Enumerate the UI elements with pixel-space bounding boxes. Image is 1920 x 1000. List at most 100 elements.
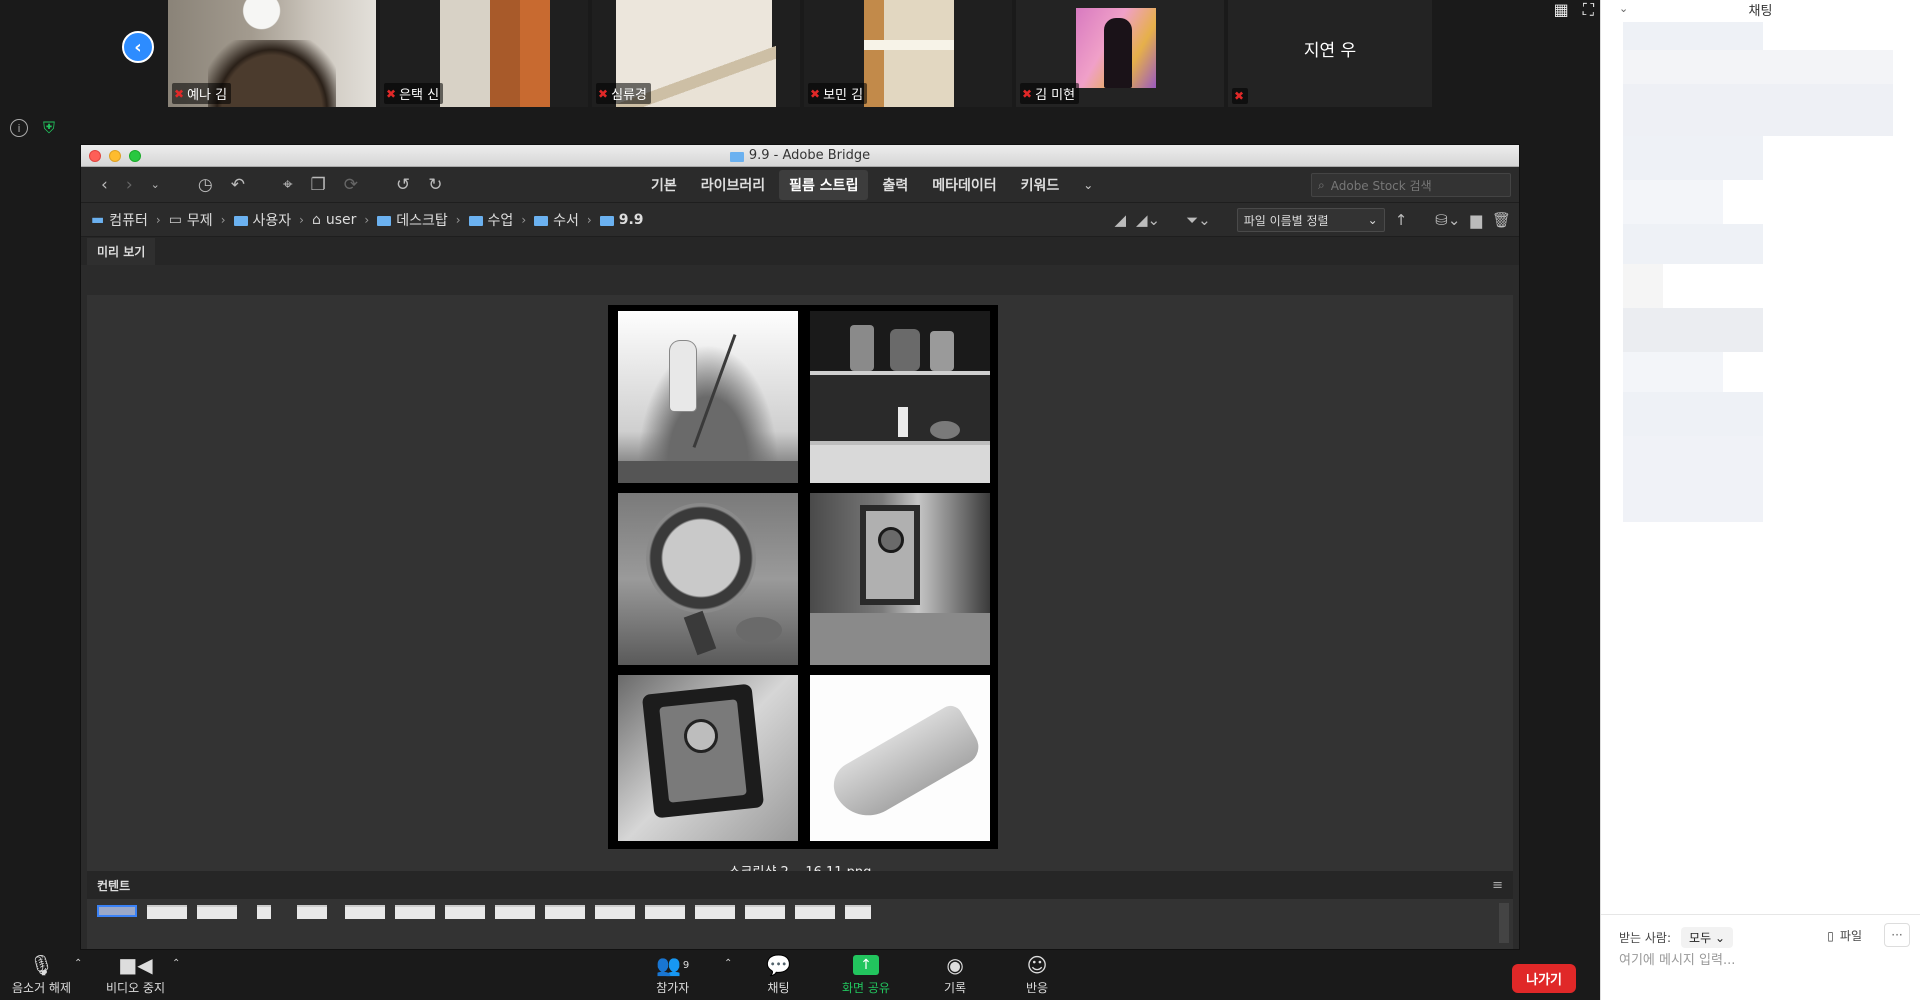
folder-icon: [599, 215, 614, 226]
open-in-camera-raw-icon[interactable]: ⟳: [338, 175, 364, 195]
participant-tile[interactable]: ✖ 심류경: [592, 0, 800, 107]
breadcrumb-drive[interactable]: ▭ 무제: [169, 210, 213, 230]
workspace-filmstrip[interactable]: 필름 스트립: [779, 170, 869, 200]
trash-icon[interactable]: 🗑: [1492, 211, 1511, 229]
reactions-button[interactable]: ☺ 반응: [1026, 953, 1048, 996]
participant-tile[interactable]: ✖ 예나 김: [168, 0, 376, 107]
chevron-right-icon: ›: [155, 212, 161, 227]
quality-icon[interactable]: ◢: [1114, 211, 1126, 229]
video-camera-icon: ■◀: [118, 953, 153, 977]
participants-options-caret-icon[interactable]: ⌃: [724, 958, 732, 969]
minimize-window-button[interactable]: [109, 150, 121, 162]
filmstrip-thumb[interactable]: [595, 905, 635, 919]
chevron-down-icon[interactable]: ⌄: [145, 178, 166, 191]
filmstrip-thumb[interactable]: [695, 905, 735, 919]
workspace-switcher: 기본 라이브러리 필름 스트립 출력 메타데이터 키워드 ⌄: [641, 167, 1103, 203]
meeting-toolbar: 🎙 음소거 해제 ⌃ ■◀ 비디오 중지 ⌃ 👥 9 참가자 ⌃ 💬 채팅 ↑ 화…: [0, 950, 1600, 1000]
breadcrumb-user[interactable]: ⌂ user: [312, 212, 356, 228]
recipient-select[interactable]: 모두 ⌄: [1681, 927, 1733, 948]
more-options-icon[interactable]: ···: [1884, 923, 1910, 947]
preview-image[interactable]: [608, 305, 998, 849]
maximize-window-button[interactable]: [129, 150, 141, 162]
forward-icon[interactable]: ›: [120, 175, 139, 195]
workspace-output[interactable]: 출력: [872, 170, 918, 200]
filmstrip[interactable]: [87, 899, 1513, 949]
photo-person-frame: [810, 493, 990, 665]
filmstrip-thumb[interactable]: [795, 905, 835, 919]
chat-button[interactable]: 💬 채팅: [766, 953, 791, 996]
new-folder-icon[interactable]: ▆: [1470, 211, 1482, 229]
rotate-left-icon[interactable]: ↺: [390, 175, 416, 195]
video-options-caret-icon[interactable]: ⌃: [172, 958, 180, 969]
participant-name: ✖ 심류경: [596, 83, 651, 104]
filter-icon[interactable]: ⏷⌄: [1186, 211, 1211, 229]
share-screen-button[interactable]: ↑ 화면 공유: [842, 954, 890, 996]
mic-off-icon: ✖: [810, 86, 821, 101]
participant-tile[interactable]: ✖ 김 미현: [1016, 0, 1224, 107]
workspace-essentials[interactable]: 기본: [641, 170, 687, 200]
filmstrip-thumb[interactable]: [545, 905, 585, 919]
filmstrip-thumb[interactable]: [345, 905, 385, 919]
more-workspaces-icon[interactable]: ⌄: [1073, 178, 1103, 192]
audio-options-caret-icon[interactable]: ⌃: [74, 958, 82, 969]
filmstrip-thumb[interactable]: [257, 905, 271, 919]
security-shield-icon[interactable]: ⛨: [40, 118, 58, 137]
unmute-button[interactable]: 🎙 음소거 해제: [12, 953, 71, 996]
filmstrip-thumb-selected[interactable]: [97, 905, 137, 917]
filmstrip-thumb[interactable]: [745, 905, 785, 919]
breadcrumb-computer[interactable]: ▬ 컴퓨터: [91, 210, 148, 230]
record-button[interactable]: ◉ 기록: [944, 953, 966, 996]
filmstrip-thumb[interactable]: [645, 905, 685, 919]
participant-tile[interactable]: ✖ 은택 신: [380, 0, 588, 107]
boomerang-icon[interactable]: ↶: [225, 175, 251, 195]
panel-menu-icon[interactable]: ≡: [1492, 878, 1503, 893]
filmstrip-thumb[interactable]: [297, 905, 327, 919]
tab-content[interactable]: 컨텐트: [97, 877, 130, 894]
participant-tile[interactable]: ✖ 보민 김: [804, 0, 1012, 107]
file-button[interactable]: ▯ 파일: [1827, 927, 1862, 944]
leave-meeting-button[interactable]: 나가기: [1512, 964, 1576, 993]
back-icon[interactable]: ‹: [95, 175, 114, 195]
breadcrumb-class[interactable]: 수업: [468, 210, 513, 230]
breadcrumb-current-folder[interactable]: 9.9: [599, 212, 644, 228]
camera-icon[interactable]: ⌖: [277, 175, 299, 195]
rating-filter-icon[interactable]: ◢⌄: [1136, 211, 1160, 229]
info-icon[interactable]: i: [10, 119, 28, 137]
chevron-right-icon: ›: [521, 212, 527, 227]
chevron-right-icon: ›: [455, 212, 461, 227]
close-window-button[interactable]: [89, 150, 101, 162]
filmstrip-thumb[interactable]: [395, 905, 435, 919]
fullscreen-icon[interactable]: ⛶: [1583, 0, 1594, 20]
workspace-metadata[interactable]: 메타데이터: [922, 170, 1006, 200]
workspace-libraries[interactable]: 라이브러리: [691, 170, 775, 200]
mic-muted-icon: 🎙: [28, 953, 55, 977]
sort-select[interactable]: 파일 이름별 정렬 ⌄: [1236, 208, 1385, 232]
stock-search-input[interactable]: ⌕ Adobe Stock 검색: [1311, 173, 1511, 197]
sort-ascending-icon[interactable]: ↑: [1395, 211, 1408, 229]
tab-preview[interactable]: 미리 보기: [87, 238, 156, 265]
breadcrumb-desktop[interactable]: 데스크탑: [377, 210, 448, 230]
recent-folder-icon[interactable]: ⛁⌄: [1435, 211, 1460, 229]
rotate-right-icon[interactable]: ↻: [422, 175, 448, 195]
breadcrumb-users[interactable]: 사용자: [233, 210, 291, 230]
participant-tile[interactable]: 지연 우 ✖: [1228, 0, 1432, 107]
photo-figure-tree: [618, 311, 798, 483]
filmstrip-thumb[interactable]: [445, 905, 485, 919]
participant-name: ✖: [1232, 88, 1249, 104]
view-layout-icon[interactable]: ▦: [1554, 0, 1569, 20]
filmstrip-thumb[interactable]: [147, 905, 187, 919]
breadcrumb-suseo[interactable]: 수서: [534, 210, 579, 230]
refine-icon[interactable]: ❐: [305, 175, 332, 195]
preview-tab-row: 미리 보기: [81, 237, 1519, 265]
recent-files-icon[interactable]: ◷: [192, 175, 219, 195]
filmstrip-thumb[interactable]: [197, 905, 237, 919]
participants-button[interactable]: 👥 9 참가자: [656, 953, 689, 996]
window-controls: [89, 150, 141, 162]
filmstrip-scrollbar[interactable]: [1499, 903, 1509, 943]
filmstrip-thumb[interactable]: [495, 905, 535, 919]
chat-message-input[interactable]: [1619, 953, 1909, 968]
workspace-keywords[interactable]: 키워드: [1011, 170, 1070, 200]
stop-video-button[interactable]: ■◀ 비디오 중지: [106, 953, 165, 996]
filmstrip-thumb[interactable]: [845, 905, 871, 919]
previous-page-icon[interactable]: ‹: [122, 31, 154, 63]
